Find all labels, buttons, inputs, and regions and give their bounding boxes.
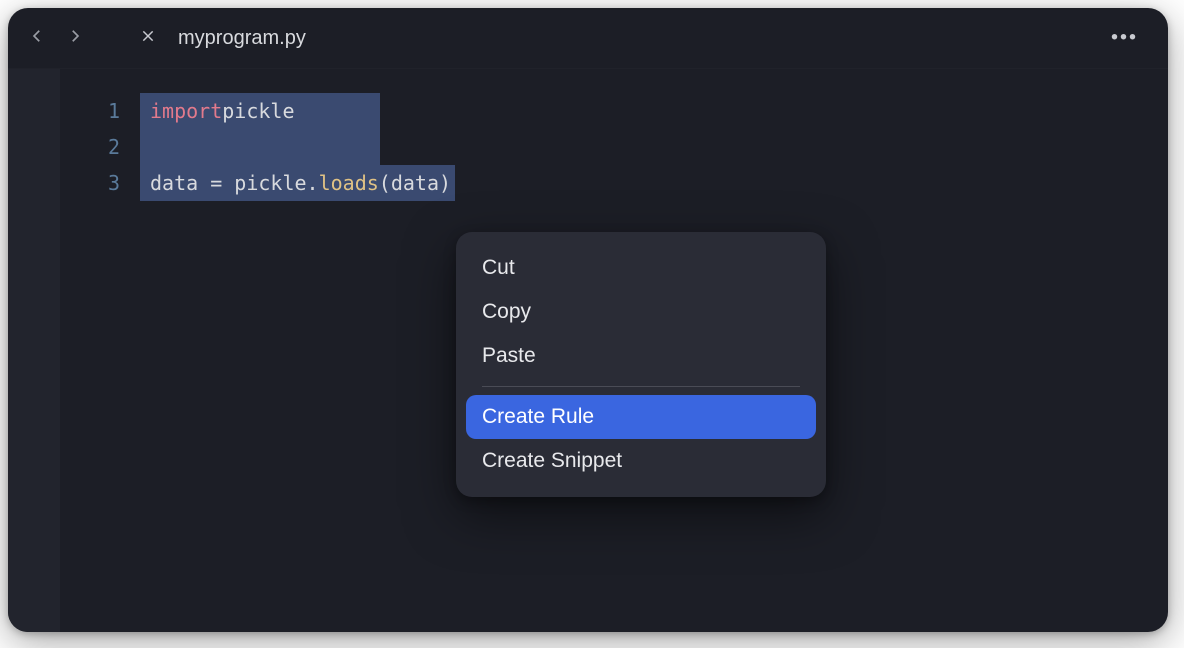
editor-window: myprogram.py ••• 1 2 3 import pickle dat <box>8 8 1168 632</box>
menu-item-paste[interactable]: Paste <box>466 334 816 378</box>
token-function: loads <box>319 165 379 201</box>
left-margin <box>8 69 60 632</box>
gutter-line: 2 <box>60 129 120 165</box>
selection: import pickle <box>140 93 380 129</box>
line-gutter: 1 2 3 <box>60 69 140 632</box>
code-line-3: data = pickle.loads(data) <box>140 165 1168 201</box>
context-menu: Cut Copy Paste Create Rule Create Snippe… <box>456 232 826 497</box>
menu-item-cut[interactable]: Cut <box>466 246 816 290</box>
close-icon[interactable] <box>140 28 156 49</box>
gutter-line: 3 <box>60 165 120 201</box>
token-paren-close: ) <box>439 165 451 201</box>
gutter-line: 1 <box>60 93 120 129</box>
token-args: data <box>391 165 439 201</box>
token-module: pickle <box>222 93 294 129</box>
forward-icon[interactable] <box>66 27 84 50</box>
menu-item-create-snippet[interactable]: Create Snippet <box>466 439 816 483</box>
back-icon[interactable] <box>28 27 46 50</box>
nav-arrows <box>28 27 118 50</box>
token-prefix: data = pickle. <box>150 165 319 201</box>
code-line-1: import pickle <box>140 93 1168 129</box>
tab-myprogram[interactable]: myprogram.py <box>118 8 337 68</box>
selection <box>140 129 380 165</box>
token-keyword: import <box>150 93 222 129</box>
menu-item-copy[interactable]: Copy <box>466 290 816 334</box>
tab-label: myprogram.py <box>178 27 306 50</box>
titlebar: myprogram.py ••• <box>8 8 1168 68</box>
more-icon[interactable]: ••• <box>1111 27 1138 50</box>
code-line-2 <box>140 129 1168 165</box>
menu-divider <box>482 386 800 387</box>
token-paren-open: ( <box>379 165 391 201</box>
menu-item-create-rule[interactable]: Create Rule <box>466 395 816 439</box>
selection: data = pickle.loads(data) <box>140 165 455 201</box>
